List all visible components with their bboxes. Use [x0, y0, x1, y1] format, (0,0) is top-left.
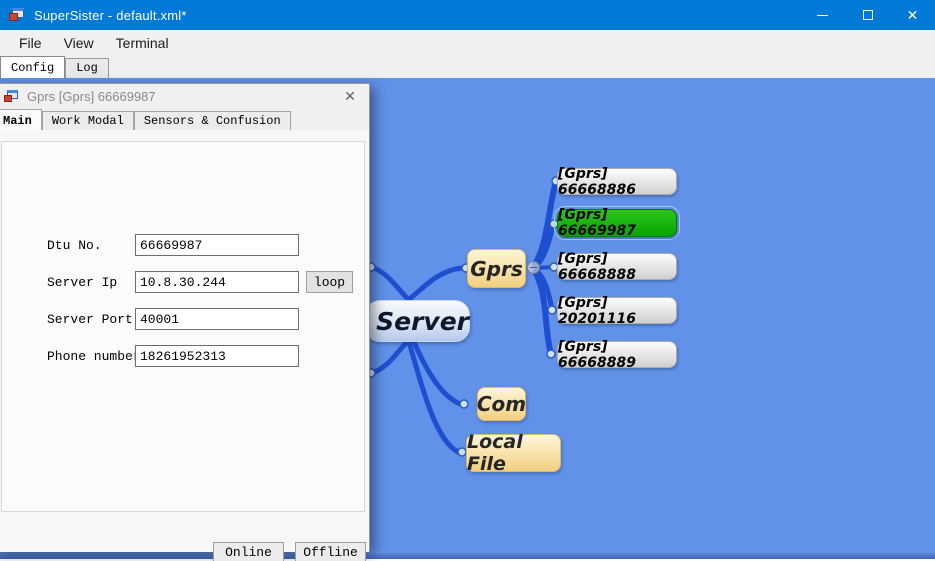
phone-number-label: Phone number	[47, 349, 141, 364]
tab-log[interactable]: Log	[65, 58, 109, 78]
node-server[interactable]: Server	[365, 300, 470, 342]
menu-bar: File View Terminal	[0, 30, 935, 56]
menu-view[interactable]: View	[53, 30, 105, 56]
loop-button[interactable]: loop	[306, 271, 353, 293]
node-gprs-66669987-selected[interactable]: [Gprs] 66669987	[557, 209, 677, 237]
window-titlebar: SuperSister - default.xml* ✕	[0, 0, 935, 30]
menu-file[interactable]: File	[8, 30, 53, 56]
close-icon: ✕	[907, 8, 919, 22]
node-gprs-66668889[interactable]: [Gprs] 66668889	[557, 341, 677, 368]
gprs-dialog: Gprs [Gprs] 66669987 ✕ Main Work Modal S…	[0, 83, 370, 551]
node-gprs-20201116[interactable]: [Gprs] 20201116	[557, 297, 677, 324]
tab-work-modal[interactable]: Work Modal	[42, 111, 134, 130]
node-label: [Gprs] 66668888	[558, 251, 676, 283]
minimize-icon	[817, 15, 828, 16]
dialog-body: Dtu No. Server Ip loop Server Port Phone…	[0, 130, 369, 552]
node-gprs-66668886[interactable]: [Gprs] 66668886	[557, 168, 677, 195]
offline-button[interactable]: Offline	[295, 542, 366, 561]
dialog-close-button[interactable]: ✕	[341, 88, 359, 105]
map-bottom-border	[0, 552, 935, 559]
dialog-icon	[4, 90, 19, 103]
dtu-no-label: Dtu No.	[47, 238, 102, 253]
node-local-file[interactable]: Local File	[466, 434, 561, 472]
dialog-tabs: Main Work Modal Sensors & Confusion	[0, 109, 369, 130]
node-local-file-label: Local File	[467, 431, 560, 475]
server-ip-input[interactable]	[135, 271, 299, 293]
app-icon	[9, 8, 25, 22]
settings-groupbox: Dtu No. Server Ip loop Server Port Phone…	[1, 141, 365, 512]
node-label: [Gprs] 20201116	[558, 295, 676, 327]
close-button[interactable]: ✕	[890, 0, 935, 30]
dialog-title: Gprs [Gprs] 66669987	[27, 89, 156, 104]
document-tabs: Config Log	[0, 56, 935, 78]
dialog-titlebar[interactable]: Gprs [Gprs] 66669987 ✕	[0, 84, 369, 109]
maximize-button[interactable]	[845, 0, 890, 30]
collapse-icon[interactable]	[527, 261, 540, 274]
node-label: [Gprs] 66668886	[558, 166, 676, 198]
node-label: [Gprs] 66669987	[558, 207, 676, 239]
node-gprs[interactable]: Gprs	[467, 249, 526, 288]
online-button[interactable]: Online	[213, 542, 284, 561]
tab-sensors-confusion[interactable]: Sensors & Confusion	[134, 111, 291, 130]
window-title: SuperSister - default.xml*	[34, 8, 187, 23]
minimize-button[interactable]	[800, 0, 845, 30]
node-gprs-label: Gprs	[470, 257, 523, 281]
menu-terminal[interactable]: Terminal	[105, 30, 180, 56]
node-com-label: Com	[477, 392, 526, 416]
node-server-label: Server	[376, 307, 469, 336]
node-gprs-66668888[interactable]: [Gprs] 66668888	[557, 253, 677, 280]
window-controls: ✕	[800, 0, 935, 30]
tab-main[interactable]: Main	[0, 109, 42, 130]
server-port-label: Server Port	[47, 312, 133, 327]
phone-number-input[interactable]	[135, 345, 299, 367]
server-port-input[interactable]	[135, 308, 299, 330]
node-com[interactable]: Com	[477, 387, 526, 421]
server-ip-label: Server Ip	[47, 275, 117, 290]
maximize-icon	[863, 10, 873, 20]
dtu-no-input[interactable]	[135, 234, 299, 256]
node-label: [Gprs] 66668889	[558, 339, 676, 371]
tab-config[interactable]: Config	[0, 56, 65, 78]
